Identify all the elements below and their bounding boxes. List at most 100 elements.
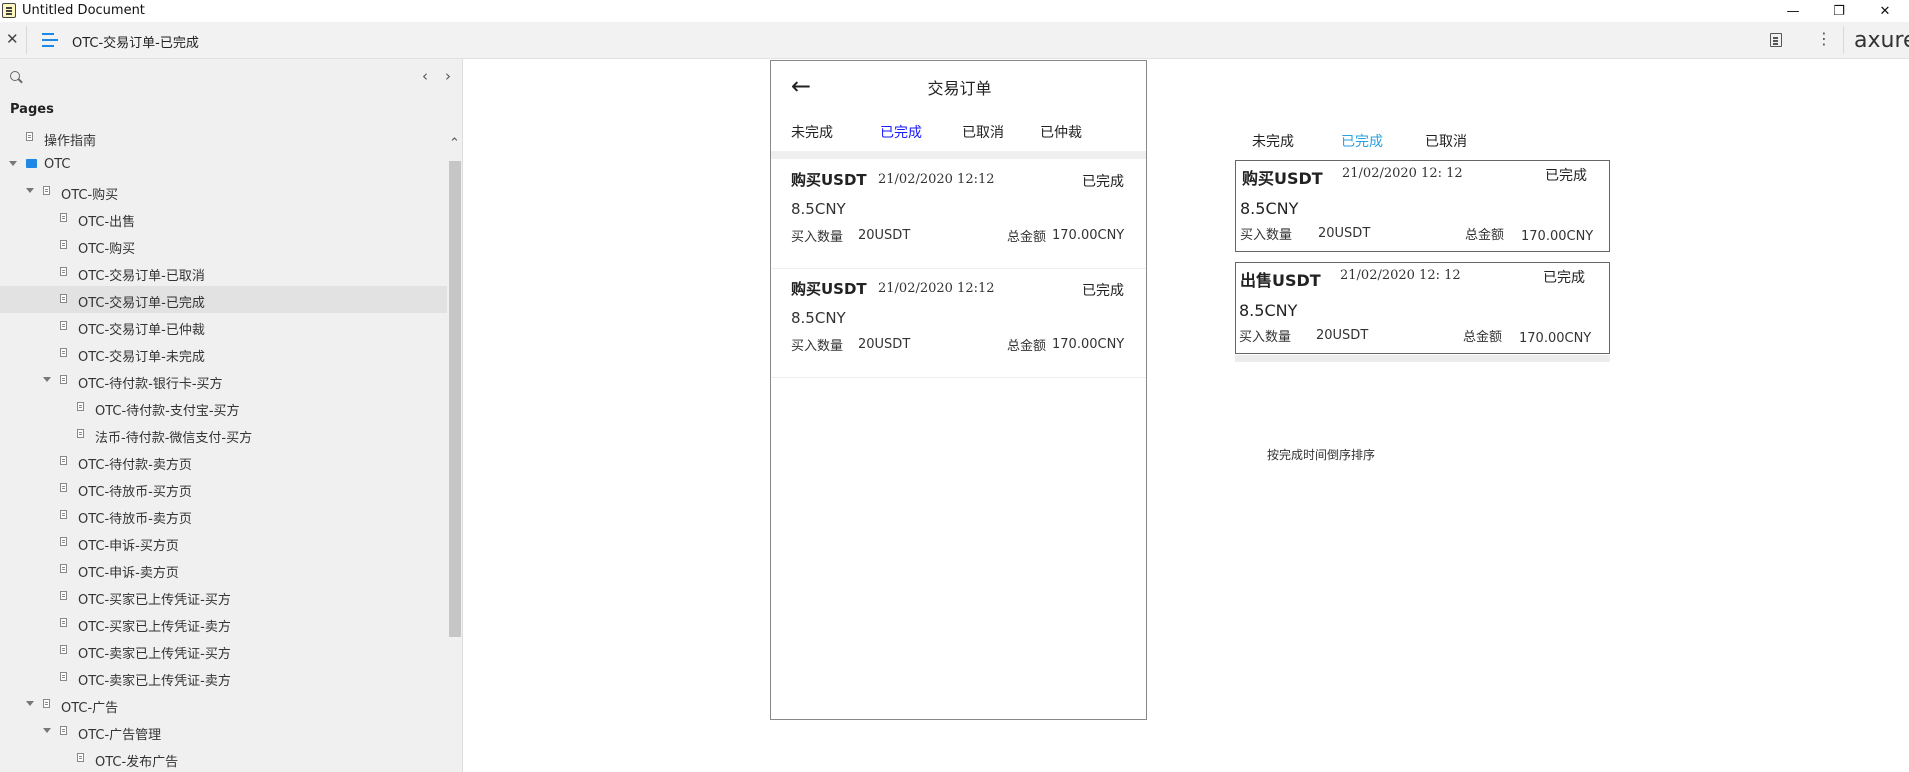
order-total: 170.00CNY xyxy=(1052,337,1125,352)
sidebar-page-item[interactable]: 法币-待付款-微信支付-买方 xyxy=(0,421,447,448)
next-page-icon[interactable]: › xyxy=(445,67,451,85)
sidebar-page-item[interactable]: OTC-购买 xyxy=(0,178,447,205)
card-status: 已完成 xyxy=(1543,270,1585,286)
order-total-label: 总金额 xyxy=(1007,230,1047,245)
sidebar-page-item[interactable]: OTC xyxy=(0,151,447,178)
annotation-tab-cancelled[interactable]: 已取消 xyxy=(1425,131,1467,151)
annotation-tab-completed[interactable]: 已完成 xyxy=(1341,131,1383,151)
order-title: 购买USDT xyxy=(791,280,867,298)
more-options-icon[interactable]: ⋮ xyxy=(1816,31,1832,47)
scroll-up-icon[interactable]: ⌃ xyxy=(449,136,460,151)
card-date: 21/02/2020 12: 12 xyxy=(1342,166,1463,181)
order-item[interactable]: 购买USDT 21/02/2020 12:12 已完成 8.5CNY 买入数量 … xyxy=(771,159,1146,269)
card-total: 170.00CNY xyxy=(1519,331,1592,346)
scrollbar-thumb[interactable] xyxy=(449,161,461,637)
search-icon xyxy=(10,71,20,81)
annotation-tab-unfinished[interactable]: 未完成 xyxy=(1252,131,1294,151)
expand-caret-icon[interactable] xyxy=(9,161,17,166)
page-icon xyxy=(77,429,84,438)
card-total-label: 总金额 xyxy=(1465,228,1505,243)
window-title-bar: Untitled Document — ❐ ✕ xyxy=(0,0,1909,22)
sidebar-page-label: OTC-交易订单-已仲裁 xyxy=(78,323,205,338)
page-tree: 操作指南 OTC OTC-购买 OTC-出售 OTC-购买 OTC-交易订单-已取消 OTC… xyxy=(0,124,447,772)
page-icon xyxy=(43,699,50,708)
sidebar-page-item[interactable]: OTC-待放币-卖方页 xyxy=(0,502,447,529)
sidebar-page-label: OTC-交易订单-已完成 xyxy=(78,296,205,311)
sidebar-page-item[interactable]: OTC-买家已上传凭证-卖方 xyxy=(0,610,447,637)
prev-page-icon[interactable]: ‹ xyxy=(422,67,428,85)
sidebar-page-item[interactable]: OTC-申诉-买方页 xyxy=(0,529,447,556)
sidebar-page-item[interactable]: OTC-待付款-卖方页 xyxy=(0,448,447,475)
sidebar-page-label: OTC-交易订单-已取消 xyxy=(78,269,205,284)
sidebar-page-item[interactable]: OTC-广告 xyxy=(0,691,447,718)
close-window-button[interactable]: ✕ xyxy=(1862,0,1908,22)
logo-divider xyxy=(1843,26,1844,54)
sidebar-page-item[interactable]: OTC-卖家已上传凭证-买方 xyxy=(0,637,447,664)
sidebar-page-label: OTC-申诉-买方页 xyxy=(78,539,179,554)
card-date: 21/02/2020 12: 12 xyxy=(1340,268,1461,283)
sidebar-page-item[interactable]: OTC-发布广告 xyxy=(0,745,447,772)
tab-unfinished[interactable]: 未完成 xyxy=(791,122,833,142)
search-input[interactable] xyxy=(28,67,392,89)
phone-page-title: 交易订单 xyxy=(927,79,992,98)
sidebar-page-item[interactable]: OTC-待付款-银行卡-买方 xyxy=(0,367,447,394)
order-title: 购买USDT xyxy=(791,171,867,189)
sidebar-page-item[interactable]: OTC-出售 xyxy=(0,205,447,232)
page-icon xyxy=(60,618,67,627)
card-qty: 20USDT xyxy=(1318,226,1371,241)
phone-mockup: ← 交易订单 未完成 已完成 已取消 已仲裁 购买USDT 21/02/2020… xyxy=(770,60,1147,720)
order-qty-label: 买入数量 xyxy=(791,339,844,354)
page-icon xyxy=(60,672,67,681)
sidebar-page-label: OTC-出售 xyxy=(78,215,136,230)
sidebar: ‹ › Pages 操作指南 OTC OTC-购买 OTC-出售 OTC-购买 OTC-交… xyxy=(0,59,463,772)
annotation-order-card[interactable]: 购买USDT 21/02/2020 12: 12 已完成 8.5CNY 买入数量… xyxy=(1235,160,1610,252)
sidebar-page-item[interactable]: OTC-申诉-卖方页 xyxy=(0,556,447,583)
tab-completed[interactable]: 已完成 xyxy=(880,122,922,142)
sidebar-page-item[interactable]: OTC-交易订单-已取消 xyxy=(0,259,447,286)
sidebar-page-label: 法币-待付款-微信支付-买方 xyxy=(95,431,253,446)
tab-cancelled[interactable]: 已取消 xyxy=(962,122,1004,142)
sidebar-page-label: OTC-发布广告 xyxy=(95,755,179,770)
close-icon[interactable]: ✕ xyxy=(6,30,19,48)
sidebar-page-label: OTC-申诉-卖方页 xyxy=(78,566,179,581)
sidebar-page-item[interactable]: 操作指南 xyxy=(0,124,447,151)
restore-button[interactable]: ❐ xyxy=(1816,0,1862,22)
sidebar-page-label: OTC-购买 xyxy=(78,242,136,257)
sidebar-page-item[interactable]: OTC-广告管理 xyxy=(0,718,447,745)
minimize-button[interactable]: — xyxy=(1770,0,1816,22)
annotation-order-card[interactable]: 出售USDT 21/02/2020 12: 12 已完成 8.5CNY 买入数量… xyxy=(1235,262,1610,354)
sidebar-page-item[interactable]: OTC-买家已上传凭证-买方 xyxy=(0,583,447,610)
order-item[interactable]: 购买USDT 21/02/2020 12:12 已完成 8.5CNY 买入数量 … xyxy=(771,268,1146,378)
expand-caret-icon[interactable] xyxy=(26,701,34,706)
order-price: 8.5CNY xyxy=(791,200,846,218)
sidebar-page-label: OTC-交易订单-未完成 xyxy=(78,350,205,365)
card-title: 购买USDT xyxy=(1242,169,1323,188)
hamburger-menu-icon[interactable] xyxy=(42,33,58,47)
sidebar-page-item[interactable]: OTC-交易订单-已完成 xyxy=(0,286,447,313)
pages-heading: Pages xyxy=(10,102,54,117)
expand-caret-icon[interactable] xyxy=(26,188,34,193)
sidebar-page-item[interactable]: OTC-交易订单-未完成 xyxy=(0,340,447,367)
sidebar-page-label: OTC-广告 xyxy=(61,701,119,716)
notes-icon[interactable] xyxy=(1770,33,1782,47)
expand-caret-icon[interactable] xyxy=(43,728,51,733)
sidebar-page-item[interactable]: OTC-交易订单-已仲裁 xyxy=(0,313,447,340)
sidebar-page-item[interactable]: OTC-购买 xyxy=(0,232,447,259)
card-total: 170.00CNY xyxy=(1521,229,1594,244)
expand-caret-icon[interactable] xyxy=(43,377,51,382)
sidebar-page-item[interactable]: OTC-待付款-支付宝-买方 xyxy=(0,394,447,421)
tab-arbitrated[interactable]: 已仲裁 xyxy=(1040,122,1082,142)
sidebar-page-label: OTC-待付款-支付宝-买方 xyxy=(95,404,240,419)
page-icon xyxy=(60,348,67,357)
order-total: 170.00CNY xyxy=(1052,228,1125,243)
current-page-name: OTC-交易订单-已完成 xyxy=(72,36,199,51)
page-icon xyxy=(43,186,50,195)
order-qty: 20USDT xyxy=(858,228,911,243)
sidebar-scrollbar[interactable]: ⌃ xyxy=(447,136,462,772)
page-icon xyxy=(60,483,67,492)
card-title: 出售USDT xyxy=(1240,271,1321,290)
order-total-label: 总金额 xyxy=(1007,339,1047,354)
sidebar-page-label: OTC-待放币-卖方页 xyxy=(78,512,192,527)
sidebar-page-item[interactable]: OTC-卖家已上传凭证-卖方 xyxy=(0,664,447,691)
sidebar-page-item[interactable]: OTC-待放币-买方页 xyxy=(0,475,447,502)
